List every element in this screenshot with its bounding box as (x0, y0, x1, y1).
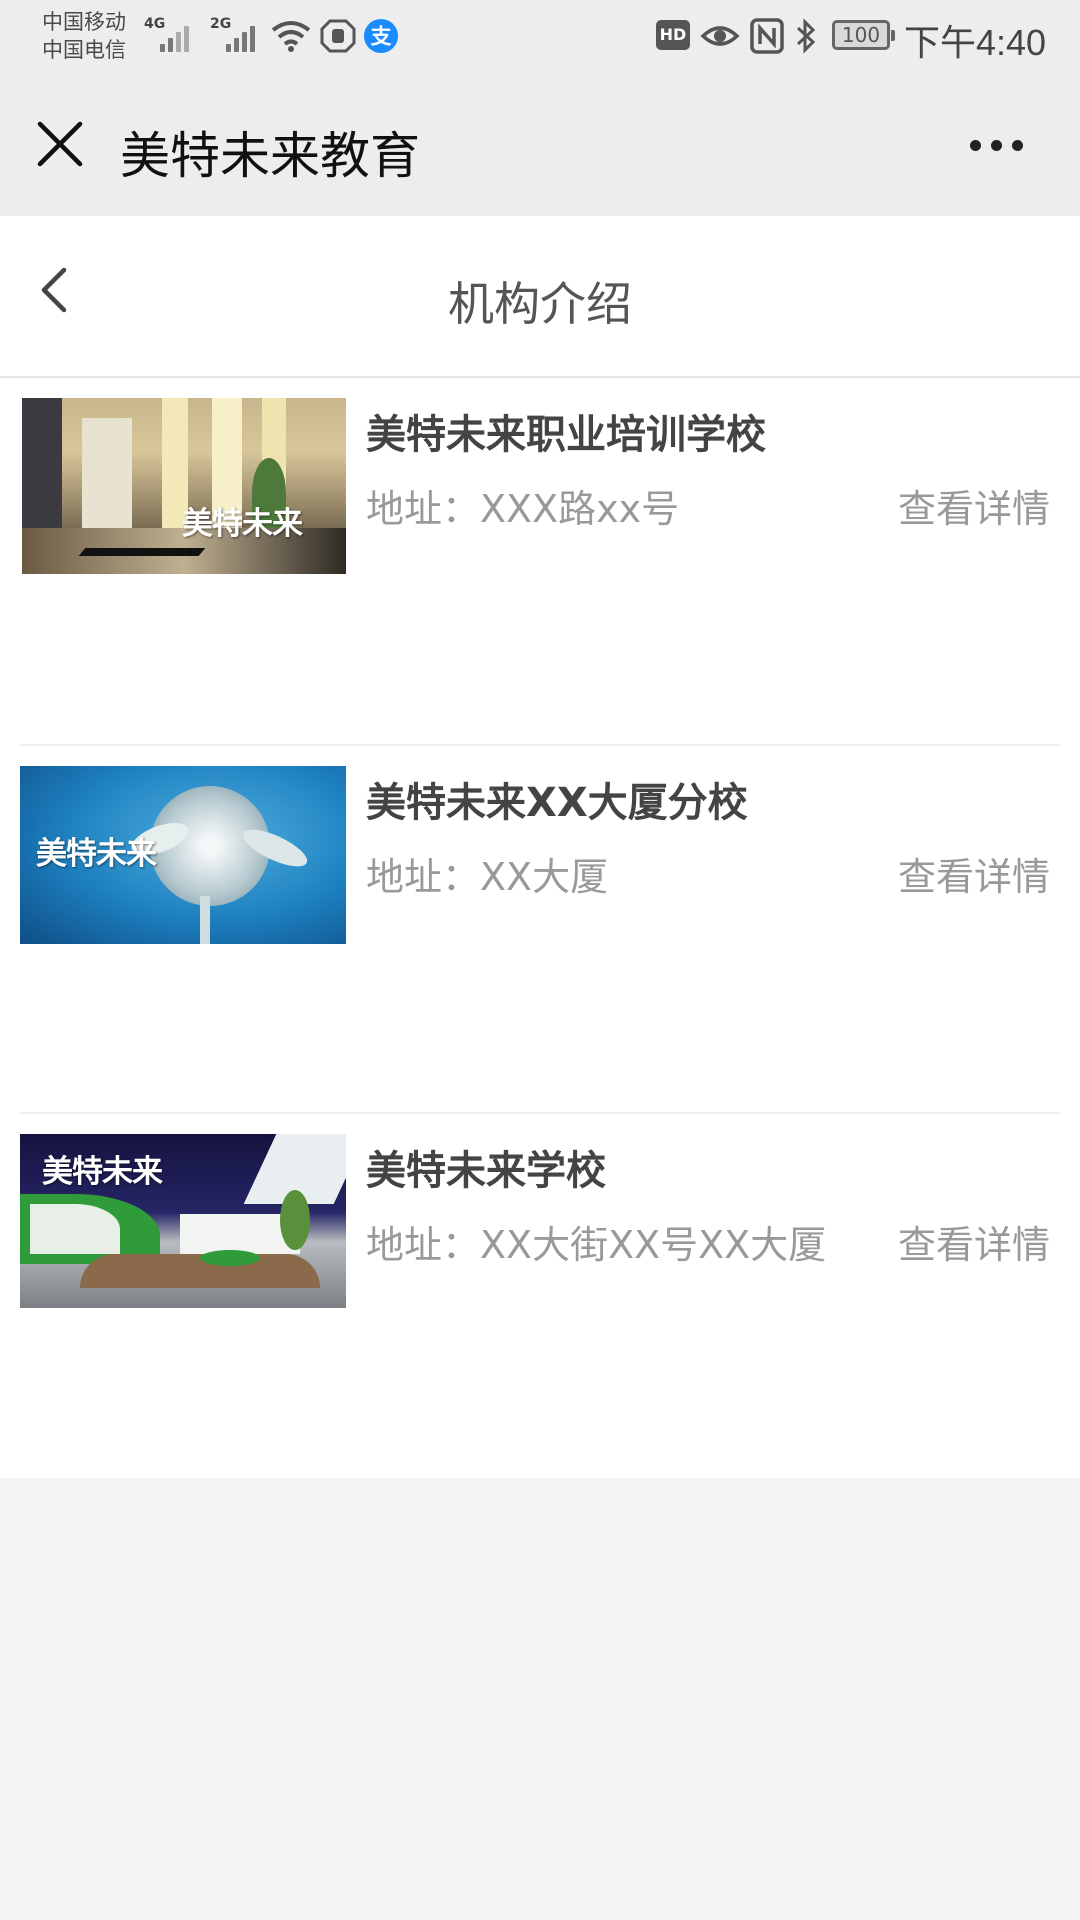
eye-icon (700, 26, 740, 46)
carrier-2: 中国电信 (42, 38, 126, 62)
signal-2g-icon: 2G (210, 14, 266, 54)
institution-item[interactable]: 美特未来 美特未来学校 地址：XX大街XX号XX大厦 查看详情 (0, 1114, 1080, 1482)
institution-item[interactable]: 美特未来 美特未来XX大厦分校 地址：XX大厦 查看详情 (0, 746, 1080, 1114)
more-icon[interactable] (960, 124, 1032, 164)
carrier-labels: 中国移动 中国电信 (42, 8, 152, 64)
wifi-icon (271, 21, 311, 52)
institution-item[interactable]: 美特未来 美特未来职业培训学校 地址：XXX路xx号 查看详情 (0, 378, 1080, 746)
app-title: 美特未来教育 (120, 127, 420, 185)
view-details-link[interactable]: 查看详情 (898, 846, 1050, 901)
shield-hand-icon (320, 19, 356, 53)
bluetooth-icon (796, 18, 816, 54)
page-title: 机构介绍 (448, 277, 632, 331)
institution-name: 美特未来学校 (366, 1148, 606, 1194)
carrier-1: 中国移动 (42, 10, 126, 34)
institution-thumbnail: 美特未来 (20, 1134, 346, 1308)
thumbnail-brand-text: 美特未来 (182, 506, 303, 542)
close-icon[interactable] (30, 114, 90, 174)
institution-address: 地址：XX大厦 (366, 855, 609, 899)
status-bar: 中国移动 中国电信 4G 2G 支 HD 100 下午4:40 (0, 0, 1080, 72)
battery-indicator: 100 (832, 20, 895, 50)
view-details-link[interactable]: 查看详情 (898, 1214, 1050, 1269)
view-details-link[interactable]: 查看详情 (898, 478, 1050, 533)
institution-address: 地址：XXX路xx号 (366, 487, 680, 531)
thumbnail-brand-text: 美特未来 (36, 836, 157, 872)
alipay-icon: 支 (363, 18, 399, 54)
institution-name: 美特未来XX大厦分校 (366, 780, 748, 826)
svg-text:支: 支 (370, 25, 392, 49)
institution-thumbnail: 美特未来 (20, 766, 346, 944)
signal-4g-icon: 4G (144, 14, 200, 54)
institution-thumbnail: 美特未来 (22, 398, 346, 574)
institution-name: 美特未来职业培训学校 (366, 412, 766, 458)
status-time: 下午4:40 (904, 22, 1047, 63)
miniprogram-top-bar: 美特未来教育 (0, 72, 1080, 216)
nfc-icon (750, 18, 784, 54)
page-header: 机构介绍 (0, 216, 1080, 378)
thumbnail-brand-text: 美特未来 (42, 1154, 163, 1190)
page-content: 机构介绍 美特未来 美特未来职业培训学校 地址：XXX路xx号 查看详情 美特未… (0, 216, 1080, 1478)
hd-badge: HD (656, 20, 690, 50)
institution-address: 地址：XX大街XX号XX大厦 (366, 1223, 827, 1267)
